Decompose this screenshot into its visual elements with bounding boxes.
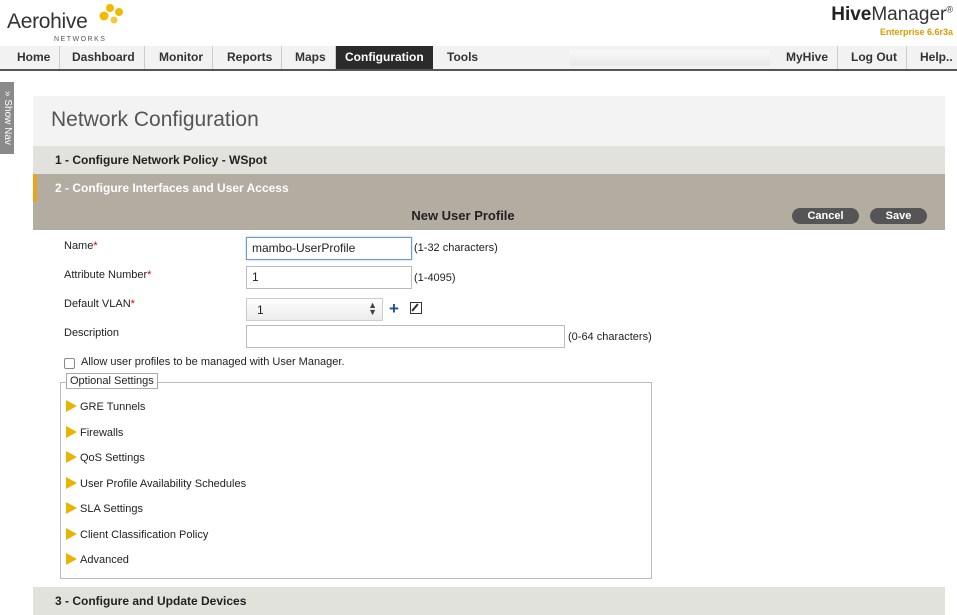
- nav-myhive[interactable]: MyHive: [777, 46, 839, 69]
- default-vlan-label: Default VLAN*: [64, 298, 135, 310]
- logo-sub: NETWORKS: [54, 36, 107, 43]
- expand-triangle-icon: [66, 528, 77, 540]
- user-profile-header: New User Profile Cancel Save: [33, 202, 945, 230]
- name-input[interactable]: mambo-UserProfile: [246, 237, 412, 260]
- expand-triangle-icon: [66, 426, 77, 438]
- nav-reports[interactable]: Reports: [218, 46, 283, 69]
- user-manager-checkbox-label: Allow user profiles to be managed with U…: [81, 356, 345, 368]
- logo-word: Aerohive: [7, 10, 88, 33]
- page-title: Network Configuration: [51, 108, 259, 131]
- network-config-panel: Network Configuration 1 - Configure Netw…: [33, 96, 945, 615]
- description-hint: (0-64 characters): [568, 331, 652, 343]
- show-nav-tab[interactable]: » Show Nav: [0, 82, 14, 154]
- step-3-header[interactable]: 3 - Configure and Update Devices: [33, 587, 945, 615]
- user-manager-checkbox[interactable]: [64, 358, 75, 369]
- attribute-number-hint: (1-4095): [414, 272, 456, 284]
- optional-item-label: QoS Settings: [80, 452, 145, 464]
- edit-vlan-icon[interactable]: [410, 302, 422, 314]
- default-vlan-label-text: Default VLAN: [64, 298, 131, 310]
- brand-reg-mark: ®: [946, 4, 953, 15]
- brand-name-rest: Manager: [871, 4, 947, 25]
- step-2-header[interactable]: 2 - Configure Interfaces and User Access: [33, 174, 945, 202]
- name-label: Name*: [64, 240, 98, 252]
- optional-item-label: Client Classification Policy: [80, 529, 209, 541]
- brand-name: HiveManager®: [831, 4, 953, 26]
- save-button[interactable]: Save: [870, 208, 927, 224]
- brand-name-bold: Hive: [831, 4, 872, 25]
- attribute-number-input[interactable]: 1: [246, 266, 412, 289]
- expand-triangle-icon: [66, 400, 77, 412]
- nav-logout[interactable]: Log Out: [842, 46, 907, 69]
- description-label: Description: [64, 327, 120, 339]
- expand-triangle-icon: [66, 553, 77, 565]
- app-header: Aerohive NETWORKS HiveManager® Enterpris…: [0, 0, 957, 46]
- nav-configuration[interactable]: Configuration: [336, 46, 433, 69]
- required-mark: *: [93, 240, 98, 252]
- optional-item-label: SLA Settings: [80, 503, 143, 515]
- nav-home[interactable]: Home: [8, 46, 61, 69]
- nav-dashboard[interactable]: Dashboard: [63, 46, 145, 69]
- cancel-button[interactable]: Cancel: [792, 208, 859, 224]
- attribute-number-label: Attribute Number*: [64, 269, 151, 281]
- optional-item-label: User Profile Availability Schedules: [80, 478, 247, 490]
- attribute-number-label-text: Attribute Number: [64, 269, 148, 281]
- nav-tools[interactable]: Tools: [438, 46, 487, 69]
- default-vlan-select[interactable]: 1 ▲ ▼: [246, 298, 383, 321]
- expand-triangle-icon: [66, 502, 77, 514]
- nav-monitor[interactable]: Monitor: [150, 46, 213, 69]
- nav-spacer: [570, 50, 770, 66]
- brand-edition: Enterprise 6.6r3a: [879, 27, 953, 37]
- nav-maps[interactable]: Maps: [286, 46, 336, 69]
- default-vlan-value: 1: [257, 303, 264, 317]
- description-input[interactable]: [246, 325, 565, 348]
- optional-item-label: Firewalls: [80, 427, 124, 439]
- step-1-header[interactable]: 1 - Configure Network Policy - WSpot: [33, 146, 945, 174]
- optional-item-label: GRE Tunnels: [80, 401, 146, 413]
- aerohive-logo: Aerohive NETWORKS: [7, 4, 123, 43]
- user-profile-title: New User Profile: [411, 208, 515, 223]
- optional-settings-legend: Optional Settings: [66, 373, 158, 389]
- hive-dots-icon: [99, 4, 123, 24]
- required-mark: *: [130, 298, 135, 310]
- add-vlan-icon[interactable]: +: [389, 300, 399, 318]
- expand-triangle-icon: [66, 477, 77, 489]
- expand-triangle-icon: [66, 451, 77, 463]
- select-arrows-icon: ▲ ▼: [368, 300, 377, 317]
- optional-item-label: Advanced: [80, 554, 129, 566]
- name-label-text: Name: [64, 240, 94, 252]
- user-profile-form: Name* mambo-UserProfile (1-32 characters…: [33, 230, 945, 587]
- required-mark: *: [147, 269, 152, 281]
- hivemanager-brand: HiveManager® Enterprise 6.6r3a: [831, 4, 953, 37]
- main-nav: Home Dashboard Monitor Reports Maps Conf…: [0, 46, 957, 71]
- name-hint: (1-32 characters): [414, 242, 498, 254]
- nav-help[interactable]: Help..: [911, 46, 957, 69]
